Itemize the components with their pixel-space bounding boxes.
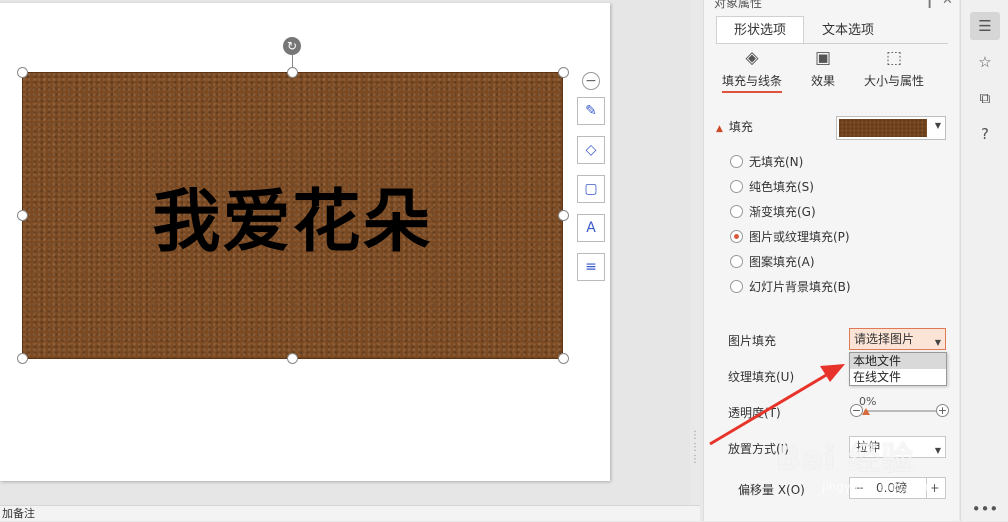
radio-solid-fill[interactable]: 纯色填充(S) xyxy=(730,176,814,196)
transparency-slider[interactable]: − + xyxy=(850,404,950,418)
radio-button[interactable] xyxy=(730,254,743,268)
fill-section-header[interactable]: ▲ 填充 xyxy=(716,118,753,135)
radio-pattern-fill[interactable]: 图案填充(A) xyxy=(730,251,815,271)
radio-button[interactable] xyxy=(730,179,743,193)
subtab-label: 效果 xyxy=(810,74,835,88)
radio-label: 无填充(N) xyxy=(749,154,804,169)
notes-hint: 加备注 xyxy=(2,507,35,520)
radio-slide-bg-fill[interactable]: 幻灯片背景填充(B) xyxy=(730,276,851,296)
slider-track[interactable] xyxy=(864,410,936,412)
sub-tabs: ◈ 填充与线条 ▣ 效果 ⬚ 大小与属性 xyxy=(710,48,956,98)
text-shape[interactable]: 我爱花朵 xyxy=(22,72,563,359)
resize-handle-bottom[interactable] xyxy=(287,353,298,364)
texture-swatch xyxy=(839,119,927,137)
radio-label: 图案填充(A) xyxy=(749,254,815,269)
radio-button[interactable] xyxy=(730,204,743,218)
star-icon[interactable]: ☆ xyxy=(970,48,1000,76)
fill-bucket-icon[interactable]: ◇ xyxy=(577,136,605,164)
texture-preview-select[interactable]: ▼ xyxy=(836,116,946,140)
watermark-url: jingyan.baidu.com xyxy=(822,480,933,494)
picture-fill-combo[interactable]: 请选择图片 ▼ xyxy=(849,328,946,350)
properties-sliders-icon[interactable]: ☰ xyxy=(970,12,1000,40)
slider-thumb[interactable] xyxy=(862,408,870,415)
effects-icon: ▣ xyxy=(814,48,832,68)
radio-gradient-fill[interactable]: 渐变填充(G) xyxy=(730,201,816,221)
radio-no-fill[interactable]: 无填充(N) xyxy=(730,151,803,171)
resize-handle-top[interactable] xyxy=(287,67,298,78)
collapse-minus-icon[interactable]: − xyxy=(582,72,600,90)
chevron-down-icon: ▼ xyxy=(934,446,941,455)
texture-fill-label: 纹理填充(U) xyxy=(728,370,795,384)
text-color-icon[interactable]: A xyxy=(577,214,605,242)
chevron-down-icon: ▼ xyxy=(934,338,941,347)
subtab-label: 填充与线条 xyxy=(721,74,782,93)
radio-button[interactable] xyxy=(730,279,743,293)
fill-bucket-icon: ◈ xyxy=(745,48,759,68)
text-format-icon[interactable]: ≡ xyxy=(577,253,605,281)
dropdown-item-online-file[interactable]: 在线文件 xyxy=(850,369,946,385)
tab-divider xyxy=(716,43,948,44)
shape-style-brush-icon[interactable]: ✎ xyxy=(577,97,605,125)
tab-shape-options[interactable]: 形状选项 xyxy=(716,16,804,44)
pin-icon[interactable]: ┃ xyxy=(926,0,933,8)
resize-handle-bottom-left[interactable] xyxy=(17,353,28,364)
right-sidebar: ☰ ☆ ⧉ ? ••• xyxy=(960,0,1008,521)
dropdown-item-local-file[interactable]: 本地文件 xyxy=(850,353,946,369)
transparency-label: 透明度(T) xyxy=(728,406,781,420)
plus-icon[interactable]: + xyxy=(936,404,949,417)
radio-picture-texture-fill[interactable]: 图片或纹理填充(P) xyxy=(730,226,850,246)
radio-button-selected[interactable] xyxy=(730,229,743,243)
size-icon: ⬚ xyxy=(885,48,903,68)
rotate-handle-icon[interactable]: ↻ xyxy=(283,37,301,55)
radio-label: 渐变填充(G) xyxy=(749,204,816,219)
collapse-triangle-icon: ▲ xyxy=(716,124,723,134)
slide-canvas-area: ↻ 我爱花朵 − ✎ ◇ ▢ A ≡ xyxy=(0,0,690,505)
panel-title: 对象属性 xyxy=(714,0,763,10)
subtab-label: 大小与属性 xyxy=(863,74,924,88)
resize-handle-bottom-right[interactable] xyxy=(558,353,569,364)
shape-text[interactable]: 我爱花朵 xyxy=(23,73,562,358)
radio-label: 图片或纹理填充(P) xyxy=(749,229,850,244)
radio-label: 幻灯片背景填充(B) xyxy=(749,279,851,294)
transition-icon[interactable]: ⧉ xyxy=(970,84,1000,112)
more-dots-icon[interactable]: ••• xyxy=(970,500,1000,518)
resize-handle-left[interactable] xyxy=(17,210,28,221)
subtab-effects[interactable]: ▣ 效果 xyxy=(798,48,848,89)
help-icon[interactable]: ? xyxy=(970,120,1000,148)
picture-fill-label: 图片填充 xyxy=(728,334,777,348)
watermark-logo: Bai 经验 xyxy=(776,439,915,477)
tab-text-options[interactable]: 文本选项 xyxy=(804,16,892,44)
subtab-fill-line[interactable]: ◈ 填充与线条 xyxy=(716,48,788,93)
radio-label: 纯色填充(S) xyxy=(749,179,814,194)
combo-value: 请选择图片 xyxy=(854,332,915,346)
panel-tabs: 形状选项 文本选项 xyxy=(716,16,892,44)
picture-fill-dropdown: 本地文件 在线文件 xyxy=(849,352,947,386)
resize-handle-top-left[interactable] xyxy=(17,67,28,78)
offset-x-label: 偏移量 X(O) xyxy=(738,483,805,497)
slide[interactable]: ↻ 我爱花朵 xyxy=(0,3,610,481)
chevron-down-icon: ▼ xyxy=(934,121,941,130)
close-icon[interactable]: ✕ xyxy=(942,0,953,8)
subtab-size-properties[interactable]: ⬚ 大小与属性 xyxy=(858,48,930,89)
resize-handle-right[interactable] xyxy=(558,210,569,221)
resize-handle-top-right[interactable] xyxy=(558,67,569,78)
notes-bar[interactable]: 加备注 xyxy=(0,505,700,521)
radio-button[interactable] xyxy=(730,154,743,168)
splitter-grip-icon[interactable]: ⋮ ⋮ ⋮ xyxy=(690,430,700,490)
fill-section-label: 填充 xyxy=(728,120,753,134)
outline-frame-icon[interactable]: ▢ xyxy=(577,175,605,203)
